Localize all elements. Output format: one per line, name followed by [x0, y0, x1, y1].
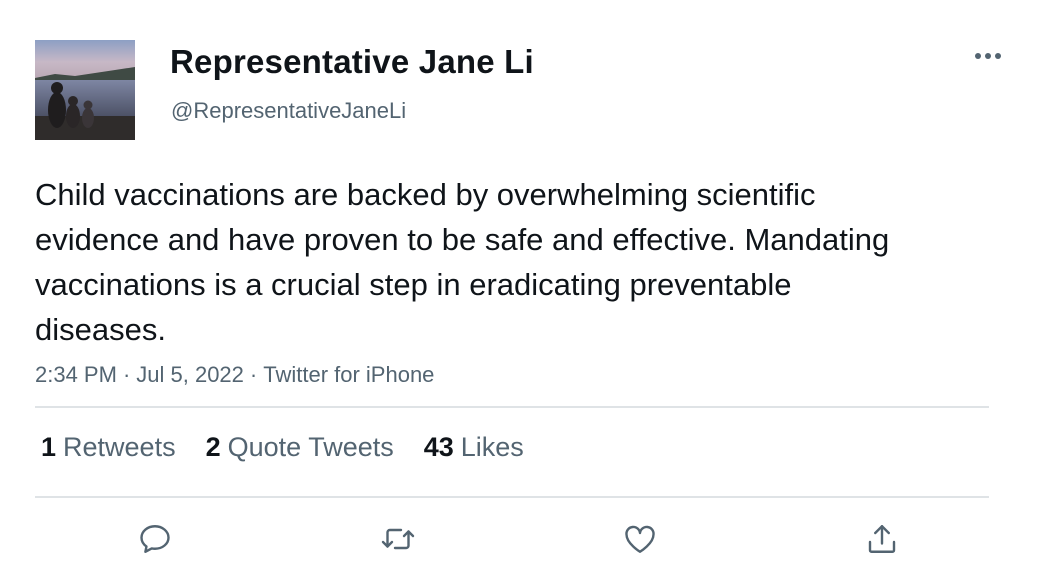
tweet-meta: 2:34 PM · Jul 5, 2022 · Twitter for iPhone	[35, 362, 434, 388]
meta-separator: ·	[122, 362, 131, 387]
retweets-count: 1	[41, 432, 57, 462]
tweet-stats: 1 Retweets 2 Quote Tweets 43 Likes	[41, 432, 554, 463]
avatar-image	[35, 40, 135, 140]
divider	[35, 406, 989, 408]
quote-tweets-label: Quote Tweets	[227, 432, 394, 462]
tweet-time[interactable]: 2:34 PM	[35, 362, 117, 387]
retweets-stat[interactable]: 1 Retweets	[41, 432, 176, 463]
tweet-text: Child vaccinations are backed by overwhe…	[35, 177, 890, 347]
likes-count: 43	[423, 432, 454, 462]
likes-label: Likes	[460, 432, 524, 462]
share-icon[interactable]	[861, 518, 903, 560]
author-display-name[interactable]: Representative Jane Li	[170, 43, 534, 81]
retweet-icon[interactable]	[377, 518, 419, 560]
like-icon[interactable]	[619, 518, 661, 560]
quote-tweets-count: 2	[205, 432, 221, 462]
tweet-source-link[interactable]: Twitter for iPhone	[263, 362, 434, 387]
author-handle[interactable]: @RepresentativeJaneLi	[171, 98, 406, 124]
quote-tweets-stat[interactable]: 2 Quote Tweets	[206, 432, 394, 463]
reply-icon[interactable]	[134, 518, 176, 560]
retweets-label: Retweets	[63, 432, 176, 462]
meta-separator: ·	[249, 362, 258, 387]
tweet-date[interactable]: Jul 5, 2022	[136, 362, 244, 387]
likes-stat[interactable]: 43 Likes	[424, 432, 524, 463]
more-options-icon[interactable]	[968, 40, 1008, 72]
avatar[interactable]	[35, 40, 135, 140]
divider	[35, 496, 989, 498]
